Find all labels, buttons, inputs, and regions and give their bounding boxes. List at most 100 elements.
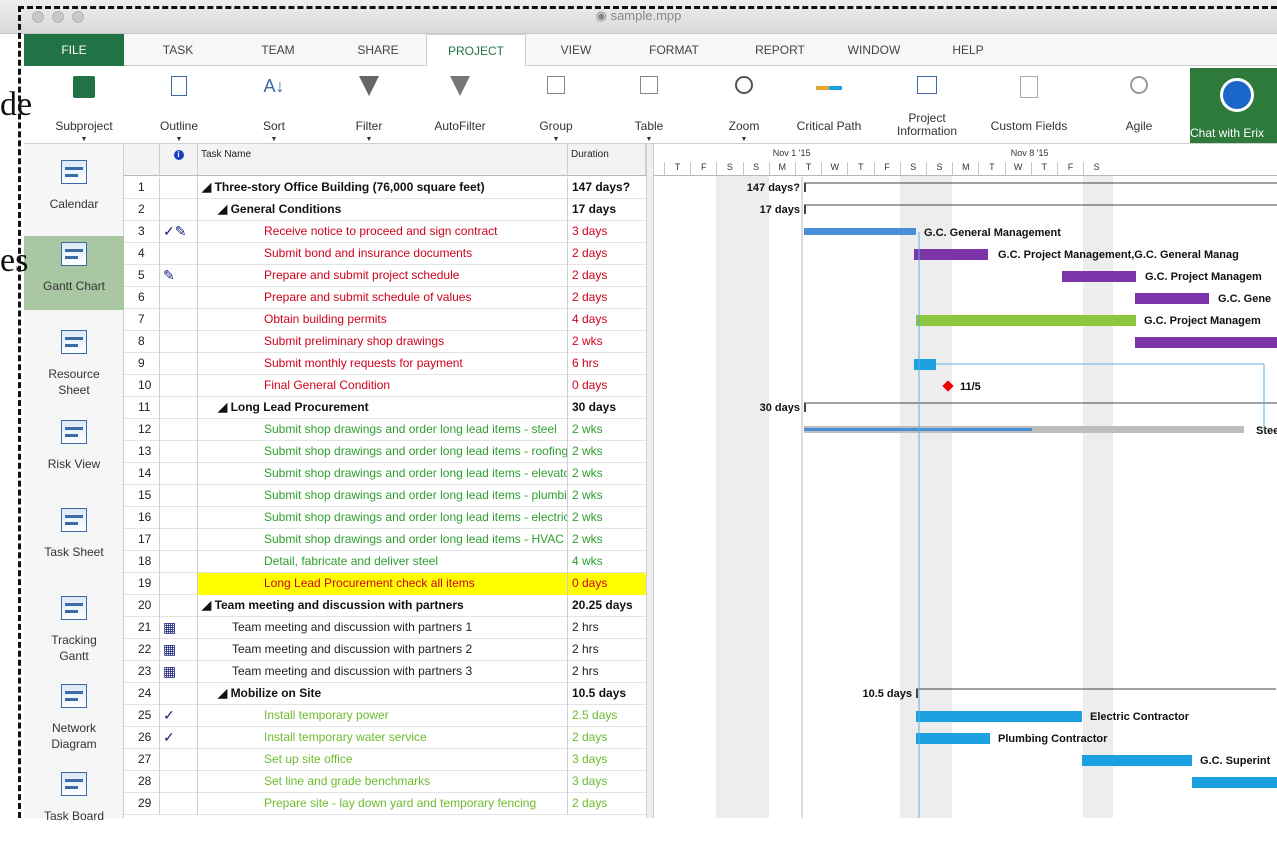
duration-cell[interactable]: 147 days? bbox=[568, 177, 646, 199]
duration-cell[interactable]: 2 wks bbox=[568, 507, 646, 529]
task-bar[interactable] bbox=[914, 249, 988, 260]
task-name-cell[interactable]: Set line and grade benchmarks bbox=[198, 771, 568, 793]
duration-cell[interactable]: 3 days bbox=[568, 221, 646, 243]
tab-team[interactable]: TEAM bbox=[242, 34, 314, 66]
task-name-cell[interactable]: ◢ Mobilize on Site bbox=[198, 683, 568, 705]
task-name-cell[interactable]: ◢ Three-story Office Building (76,000 sq… bbox=[198, 177, 568, 199]
subproject-button[interactable]: Subproject▼ bbox=[44, 66, 124, 144]
view-item-tracking[interactable]: Tracking Gantt bbox=[24, 590, 124, 666]
table-row[interactable]: 7Obtain building permits4 days bbox=[124, 309, 646, 331]
summary-tick[interactable] bbox=[804, 205, 806, 214]
task-name-cell[interactable]: Submit bond and insurance documents bbox=[198, 243, 568, 265]
task-name-cell[interactable]: Submit shop drawings and order long lead… bbox=[198, 507, 568, 529]
duration-header[interactable]: Duration bbox=[568, 144, 646, 176]
table-row[interactable]: 17Submit shop drawings and order long le… bbox=[124, 529, 646, 551]
duration-cell[interactable]: 2.5 days bbox=[568, 705, 646, 727]
task-name-cell[interactable]: Submit shop drawings and order long lead… bbox=[198, 441, 568, 463]
project-information-button[interactable]: ProjectInformation bbox=[884, 66, 970, 144]
task-name-cell[interactable]: Detail, fabricate and deliver steel bbox=[198, 551, 568, 573]
task-name-cell[interactable]: Submit shop drawings and order long lead… bbox=[198, 419, 568, 441]
task-bar[interactable] bbox=[916, 733, 990, 744]
tab-task[interactable]: TASK bbox=[142, 34, 214, 66]
task-name-cell[interactable]: Submit preliminary shop drawings bbox=[198, 331, 568, 353]
task-name-cell[interactable]: Install temporary water service bbox=[198, 727, 568, 749]
autofilter-button[interactable]: AutoFilter bbox=[420, 66, 500, 144]
table-row[interactable]: 13Submit shop drawings and order long le… bbox=[124, 441, 646, 463]
filter-button[interactable]: Filter▼ bbox=[334, 66, 404, 144]
duration-cell[interactable]: 4 days bbox=[568, 309, 646, 331]
summary-tick[interactable] bbox=[916, 689, 918, 698]
duration-cell[interactable]: 30 days bbox=[568, 397, 646, 419]
duration-cell[interactable]: 17 days bbox=[568, 199, 646, 221]
duration-cell[interactable]: 2 days bbox=[568, 265, 646, 287]
task-bar[interactable] bbox=[1192, 777, 1277, 788]
duration-cell[interactable]: 2 days bbox=[568, 243, 646, 265]
task-name-cell[interactable]: Submit shop drawings and order long lead… bbox=[198, 485, 568, 507]
table-row[interactable]: 10Final General Condition0 days bbox=[124, 375, 646, 397]
duration-cell[interactable]: 2 wks bbox=[568, 529, 646, 551]
duration-cell[interactable]: 4 wks bbox=[568, 551, 646, 573]
chat-with-erix-button[interactable]: Chat with Erix bbox=[1190, 68, 1277, 143]
duration-cell[interactable]: 2 wks bbox=[568, 485, 646, 507]
sort-button[interactable]: A↓ Sort▼ bbox=[239, 66, 309, 144]
indicators-header[interactable]: i bbox=[160, 144, 198, 176]
agile-button[interactable]: Agile bbox=[1104, 66, 1174, 144]
pane-splitter[interactable] bbox=[646, 144, 654, 818]
group-button[interactable]: Group▼ bbox=[521, 66, 591, 144]
tab-view[interactable]: VIEW bbox=[540, 34, 612, 66]
duration-cell[interactable]: 2 wks bbox=[568, 463, 646, 485]
task-name-cell[interactable]: Obtain building permits bbox=[198, 309, 568, 331]
task-name-cell[interactable]: Set up site office bbox=[198, 749, 568, 771]
duration-cell[interactable]: 0 days bbox=[568, 573, 646, 595]
table-row[interactable]: 27Set up site office3 days bbox=[124, 749, 646, 771]
view-item-risk-view[interactable]: Risk View bbox=[24, 414, 124, 490]
table-row[interactable]: 9Submit monthly requests for payment6 hr… bbox=[124, 353, 646, 375]
duration-cell[interactable]: 2 wks bbox=[568, 331, 646, 353]
duration-cell[interactable]: 2 hrs bbox=[568, 661, 646, 683]
task-name-cell[interactable]: Team meeting and discussion with partner… bbox=[198, 639, 568, 661]
task-name-cell[interactable]: Submit shop drawings and order long lead… bbox=[198, 463, 568, 485]
task-name-cell[interactable]: Team meeting and discussion with partner… bbox=[198, 661, 568, 683]
duration-cell[interactable]: 10.5 days bbox=[568, 683, 646, 705]
table-row[interactable]: 20◢ Team meeting and discussion with par… bbox=[124, 595, 646, 617]
progress-bar[interactable] bbox=[804, 428, 1032, 431]
duration-cell[interactable]: 0 days bbox=[568, 375, 646, 397]
task-bar[interactable] bbox=[1135, 293, 1209, 304]
table-row[interactable]: 29Prepare site - lay down yard and tempo… bbox=[124, 793, 646, 815]
duration-cell[interactable]: 2 days bbox=[568, 793, 646, 815]
view-item-network[interactable]: Network Diagram bbox=[24, 678, 124, 754]
summary-tick[interactable] bbox=[804, 403, 806, 412]
table-row[interactable]: 1◢ Three-story Office Building (76,000 s… bbox=[124, 177, 646, 199]
table-row[interactable]: 12Submit shop drawings and order long le… bbox=[124, 419, 646, 441]
duration-cell[interactable]: 2 hrs bbox=[568, 617, 646, 639]
table-row[interactable]: 15Submit shop drawings and order long le… bbox=[124, 485, 646, 507]
task-bar[interactable] bbox=[1062, 271, 1136, 282]
duration-cell[interactable]: 2 days bbox=[568, 287, 646, 309]
duration-cell[interactable]: 2 wks bbox=[568, 441, 646, 463]
task-name-cell[interactable]: Install temporary power bbox=[198, 705, 568, 727]
tab-share[interactable]: SHARE bbox=[342, 34, 414, 66]
row-number-header[interactable] bbox=[124, 144, 160, 176]
zoom-button[interactable]: Zoom▼ bbox=[709, 66, 779, 144]
duration-cell[interactable]: 3 days bbox=[568, 749, 646, 771]
tab-file[interactable]: FILE bbox=[24, 34, 124, 66]
table-row[interactable]: 25✓Install temporary power2.5 days bbox=[124, 705, 646, 727]
table-button[interactable]: Table▼ bbox=[614, 66, 684, 144]
critical-path-button[interactable]: Critical Path bbox=[784, 66, 874, 144]
task-name-cell[interactable]: Prepare site - lay down yard and tempora… bbox=[198, 793, 568, 815]
tab-project[interactable]: PROJECT bbox=[426, 34, 526, 67]
duration-cell[interactable]: 20.25 days bbox=[568, 595, 646, 617]
milestone-diamond[interactable] bbox=[942, 380, 953, 391]
table-row[interactable]: 5✎Prepare and submit project schedule2 d… bbox=[124, 265, 646, 287]
view-item-task-sheet[interactable]: Task Sheet bbox=[24, 502, 124, 578]
task-name-header[interactable]: Task Name bbox=[198, 144, 568, 176]
table-row[interactable]: 24◢ Mobilize on Site10.5 days bbox=[124, 683, 646, 705]
view-item-gantt-chart[interactable]: Gantt Chart bbox=[24, 236, 124, 310]
table-row[interactable]: 18Detail, fabricate and deliver steel4 w… bbox=[124, 551, 646, 573]
table-row[interactable]: 23▦Team meeting and discussion with part… bbox=[124, 661, 646, 683]
table-row[interactable]: 21▦Team meeting and discussion with part… bbox=[124, 617, 646, 639]
outline-button[interactable]: Outline▼ bbox=[144, 66, 214, 144]
table-row[interactable]: 26✓Install temporary water service2 days bbox=[124, 727, 646, 749]
duration-cell[interactable]: 2 wks bbox=[568, 419, 646, 441]
view-item-task-board[interactable]: Task Board bbox=[24, 766, 124, 842]
